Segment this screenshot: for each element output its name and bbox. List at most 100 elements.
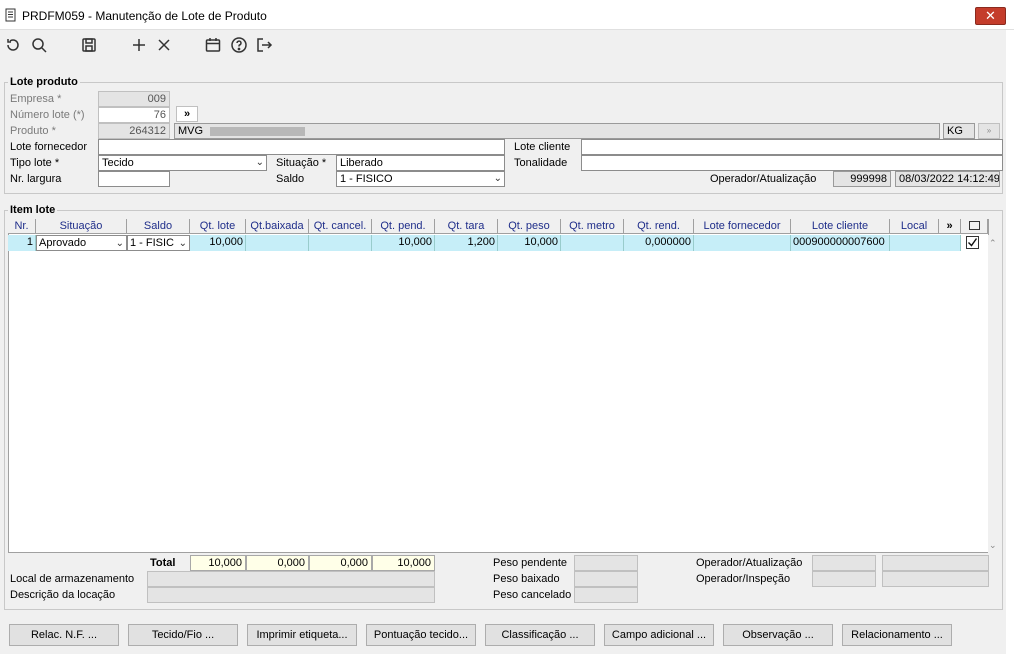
produto-code-field[interactable]: 264312 — [98, 123, 170, 139]
checkmark-icon — [968, 238, 978, 247]
total-label: Total — [150, 557, 176, 569]
operador-inspecao-code — [812, 571, 876, 587]
cell-qt-tara[interactable]: 1,200 — [435, 235, 498, 251]
row-checkbox[interactable] — [966, 236, 979, 249]
select-all-checkbox-icon[interactable] — [968, 221, 980, 230]
operador-inspecao-label: Operador/Inspeção — [696, 573, 791, 585]
redacted-text — [210, 126, 306, 136]
col-header-lote-cliente[interactable]: Lote cliente — [791, 219, 890, 234]
situacao-field[interactable]: Liberado — [336, 155, 505, 171]
cell-situacao-value: Aprovado — [39, 237, 87, 249]
empresa-field[interactable]: 009 — [98, 91, 170, 107]
observacao-button[interactable]: Observação ... — [723, 624, 833, 646]
unidade-field[interactable]: KG — [943, 123, 975, 139]
tipo-lote-label: Tipo lote * — [10, 157, 60, 169]
cell-qt-metro[interactable] — [561, 235, 624, 251]
window-title: PRDFM059 - Manutenção de Lote de Produto — [22, 9, 267, 23]
total-qt-cancel: 0,000 — [309, 555, 372, 571]
cell-qt-peso[interactable]: 10,000 — [498, 235, 561, 251]
refresh-icon[interactable] — [4, 36, 22, 54]
col-header-local[interactable]: Local — [890, 219, 939, 234]
campo-adicional-button[interactable]: Campo adicional ... — [604, 624, 714, 646]
grid-scrollbar[interactable] — [988, 235, 1000, 553]
save-icon[interactable] — [80, 36, 98, 54]
chevron-down-icon: ⌄ — [178, 238, 187, 249]
pontuacao-tecido-button[interactable]: Pontuação tecido... — [366, 624, 476, 646]
chevron-down-icon: ⌄ — [115, 238, 124, 249]
relacionamento-button[interactable]: Relacionamento ... — [842, 624, 952, 646]
scroll-up-icon[interactable]: ⌃ — [989, 238, 997, 249]
col-header-more[interactable]: » — [939, 219, 961, 234]
operador-inspecao-date — [882, 571, 989, 587]
add-icon[interactable] — [130, 36, 148, 54]
cell-qt-rend[interactable]: 0,000000 — [624, 235, 694, 251]
nr-largura-field[interactable] — [98, 171, 170, 187]
cell-situacao-select[interactable]: Aprovado ⌄ — [36, 235, 127, 251]
numero-lote-field[interactable]: 76 — [98, 107, 170, 123]
local-armazenamento-label: Local de armazenamento — [10, 573, 135, 585]
nr-largura-label: Nr. largura — [10, 173, 62, 185]
lote-produto-title: Lote produto — [8, 76, 80, 88]
delete-icon[interactable] — [155, 36, 173, 54]
cell-local[interactable] — [890, 235, 961, 251]
app-icon — [5, 8, 17, 22]
data-atualizacao-field: 08/03/2022 14:12:49 — [895, 171, 1000, 187]
imprimir-etiqueta-button[interactable]: Imprimir etiqueta... — [247, 624, 357, 646]
scroll-down-icon[interactable]: ⌄ — [989, 540, 997, 551]
col-header-qt-cancel[interactable]: Qt. cancel. — [309, 219, 372, 234]
unidade-lookup-button[interactable]: » — [978, 123, 1000, 139]
empresa-label: Empresa * — [10, 93, 62, 105]
calendar-icon[interactable] — [204, 36, 222, 54]
cell-saldo-select[interactable]: 1 - FISIC ⌄ — [127, 235, 190, 251]
lote-cliente-field[interactable] — [581, 139, 1003, 155]
cell-qt-pend[interactable]: 10,000 — [372, 235, 435, 251]
produto-desc-text: MVG — [178, 125, 204, 137]
cell-lote-fornecedor[interactable] — [694, 235, 791, 251]
help-icon[interactable] — [230, 36, 248, 54]
peso-pendente-label: Peso pendente — [493, 557, 568, 569]
saldo-label: Saldo — [276, 173, 305, 185]
col-header-situacao[interactable]: Situação — [36, 219, 127, 234]
col-header-lote-fornecedor[interactable]: Lote fornecedor — [694, 219, 791, 234]
cell-qt-lote[interactable]: 10,000 — [190, 235, 246, 251]
numero-lote-label: Número lote (*) — [10, 109, 85, 121]
peso-baixado-field — [574, 571, 638, 587]
peso-baixado-label: Peso baixado — [493, 573, 560, 585]
produto-desc-field[interactable]: MVG — [174, 123, 940, 139]
produto-nav-button[interactable]: » — [176, 106, 198, 122]
cell-qt-cancel[interactable] — [309, 235, 372, 251]
total-qt-pend: 10,000 — [372, 555, 435, 571]
close-button[interactable]: ✕ — [975, 7, 1006, 25]
exit-icon[interactable] — [255, 36, 273, 54]
col-header-qt-metro[interactable]: Qt. metro — [561, 219, 624, 234]
tonalidade-label: Tonalidade — [514, 157, 568, 169]
col-header-saldo[interactable]: Saldo — [127, 219, 190, 234]
tonalidade-field[interactable] — [581, 155, 1003, 171]
toolbar — [0, 30, 1006, 60]
col-header-qt-baixada[interactable]: Qt.baixada — [246, 219, 309, 234]
lote-fornecedor-field[interactable] — [98, 139, 505, 155]
col-header-qt-lote[interactable]: Qt. lote — [190, 219, 246, 234]
cell-lote-cliente[interactable]: 000900000007600 — [791, 235, 890, 251]
produto-label: Produto * — [10, 125, 56, 137]
col-header-qt-pend[interactable]: Qt. pend. — [372, 219, 435, 234]
classificacao-button[interactable]: Classificação ... — [485, 624, 595, 646]
cell-nr[interactable]: 1 — [8, 235, 36, 251]
peso-cancelado-field — [574, 587, 638, 603]
col-header-qt-peso[interactable]: Qt. peso — [498, 219, 561, 234]
tecido-fio-button[interactable]: Tecido/Fio ... — [128, 624, 238, 646]
lote-cliente-label: Lote cliente — [514, 141, 571, 153]
search-icon[interactable] — [30, 36, 48, 54]
peso-pendente-field — [574, 555, 638, 571]
relac-nf-button[interactable]: Relac. N.F. ... — [9, 624, 119, 646]
col-header-select-all[interactable] — [961, 219, 988, 234]
tipo-lote-select[interactable]: Tecido ⌄ — [98, 155, 267, 171]
col-header-qt-rend[interactable]: Qt. rend. — [624, 219, 694, 234]
cell-qt-baixada[interactable] — [246, 235, 309, 251]
col-header-qt-tara[interactable]: Qt. tara — [435, 219, 498, 234]
saldo-select[interactable]: 1 - FISICO ⌄ — [336, 171, 505, 187]
situacao-label: Situação * — [276, 157, 327, 169]
operador-atualizacao-footer-label: Operador/Atualização — [696, 557, 803, 569]
total-qt-lote: 10,000 — [190, 555, 246, 571]
col-header-nr[interactable]: Nr. — [8, 219, 36, 234]
